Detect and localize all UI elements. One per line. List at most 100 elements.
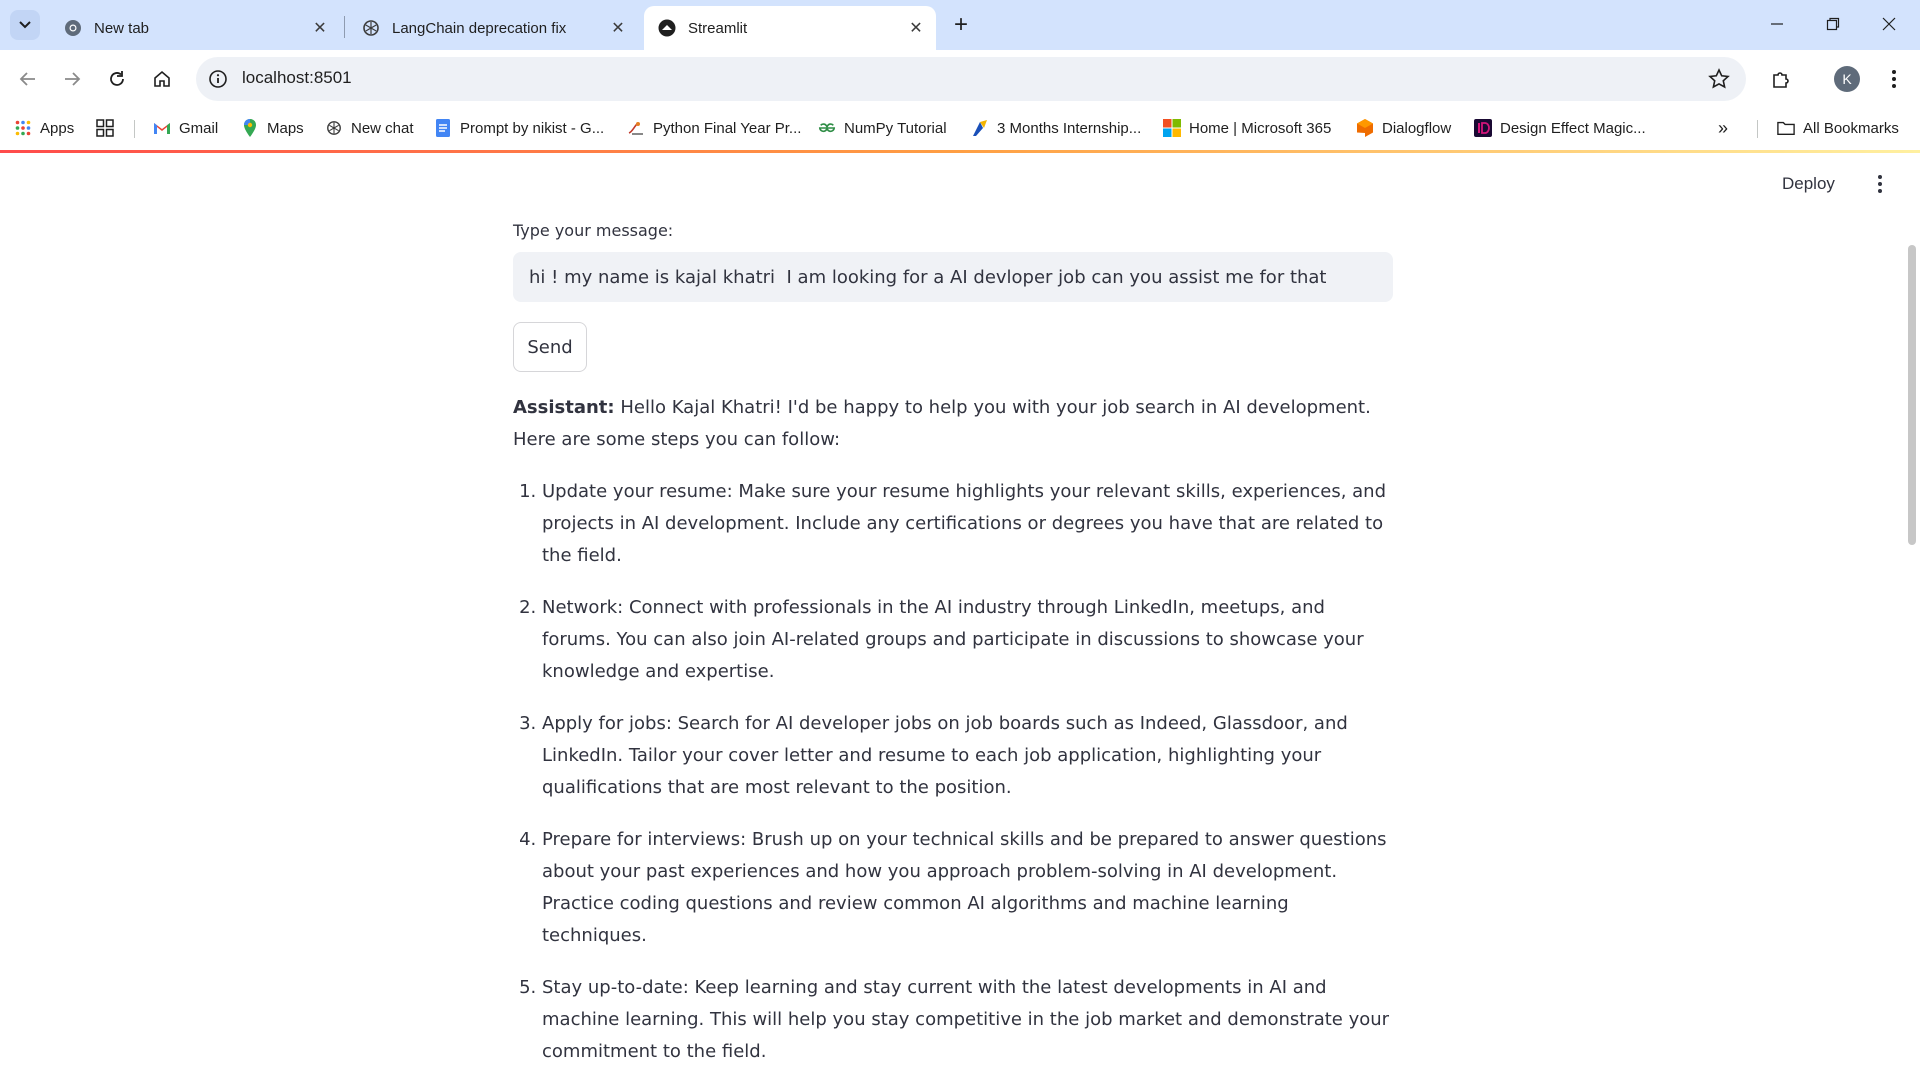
bookmark-separator bbox=[134, 120, 135, 138]
bookmark-microsoft-365[interactable]: Home | Microsoft 365 bbox=[1163, 116, 1331, 140]
home-button[interactable] bbox=[145, 62, 179, 96]
kebab-menu-icon bbox=[1878, 175, 1882, 193]
bookmark-label: All Bookmarks bbox=[1803, 119, 1899, 137]
gfg-icon bbox=[818, 119, 836, 137]
bookmark-label: Dialogflow bbox=[1382, 119, 1452, 137]
new-tab-button[interactable]: + bbox=[948, 11, 974, 38]
deploy-button[interactable]: Deploy bbox=[1782, 174, 1835, 194]
maps-icon bbox=[241, 119, 259, 137]
streamlit-icon bbox=[658, 19, 676, 37]
minimize-button[interactable] bbox=[1754, 6, 1800, 42]
assistant-intro-paragraph: Assistant: Hello Kajal Khatri! I'd be ha… bbox=[513, 392, 1393, 456]
list-item: Stay up-to-date: Keep learning and stay … bbox=[542, 972, 1393, 1068]
bookmark-prompt-doc[interactable]: Prompt by nikist - G... bbox=[434, 116, 604, 140]
bookmark-label: Maps bbox=[267, 119, 304, 137]
home-icon bbox=[154, 70, 170, 87]
chevron-down-icon bbox=[19, 21, 31, 29]
dialogflow-icon bbox=[1356, 119, 1374, 137]
browser-menu-button[interactable] bbox=[1877, 62, 1911, 96]
folder-icon bbox=[1777, 119, 1795, 137]
bookmark-label: Design Effect Magic... bbox=[1500, 119, 1646, 137]
bookmark-maps[interactable]: Maps bbox=[241, 116, 304, 140]
openai-icon bbox=[325, 119, 343, 137]
assistant-response: Assistant: Hello Kajal Khatri! I'd be ha… bbox=[513, 392, 1393, 1088]
puzzle-icon bbox=[1773, 72, 1789, 88]
avatar: K bbox=[1834, 66, 1860, 92]
arrow-right-icon bbox=[65, 72, 81, 86]
bookmark-label: Gmail bbox=[179, 119, 219, 137]
address-bar[interactable]: localhost:8501 bbox=[196, 57, 1746, 101]
bookmark-label: Prompt by nikist - G... bbox=[460, 119, 605, 137]
app-menu-button[interactable] bbox=[1870, 172, 1890, 196]
tab-groups-icon bbox=[96, 119, 114, 137]
steps-list: Update your resume: Make sure your resum… bbox=[513, 476, 1393, 1068]
docs-icon bbox=[434, 119, 452, 137]
tab-title: New tab bbox=[94, 19, 150, 37]
list-item: Prepare for interviews: Brush up on your… bbox=[542, 824, 1393, 952]
message-input[interactable]: hi ! my name is kajal khatri I am lookin… bbox=[513, 252, 1393, 302]
tab-new-tab[interactable]: New tab ✕ bbox=[50, 6, 340, 50]
internship-icon bbox=[971, 119, 989, 137]
microsoft-icon bbox=[1163, 119, 1181, 137]
forward-button[interactable] bbox=[55, 62, 89, 96]
page-scrollbar[interactable] bbox=[1908, 245, 1916, 545]
design-icon bbox=[1474, 119, 1492, 137]
browser-toolbar: localhost:8501 K bbox=[0, 50, 1920, 108]
tab-streamlit[interactable]: Streamlit ✕ bbox=[644, 6, 936, 50]
bookmark-dialogflow[interactable]: Dialogflow bbox=[1356, 116, 1451, 140]
openai-icon bbox=[362, 19, 380, 37]
tab-search-button[interactable] bbox=[10, 10, 40, 40]
bookmark-separator bbox=[1757, 120, 1758, 138]
bookmark-label: Python Final Year Pr... bbox=[653, 119, 802, 137]
close-icon[interactable]: ✕ bbox=[310, 18, 330, 38]
restore-icon bbox=[1826, 17, 1840, 31]
streamlit-app: Deploy Type your message: hi ! my name i… bbox=[0, 153, 1920, 1062]
site-info-icon[interactable] bbox=[208, 69, 228, 89]
more-bookmarks-button[interactable]: » bbox=[1718, 116, 1728, 140]
send-button[interactable]: Send bbox=[513, 322, 587, 372]
bookmark-apps[interactable]: Apps bbox=[14, 116, 74, 140]
close-icon[interactable]: ✕ bbox=[608, 18, 628, 38]
bookmark-label: New chat bbox=[351, 119, 414, 137]
profile-button[interactable]: K bbox=[1830, 62, 1864, 96]
chrome-icon bbox=[64, 19, 82, 37]
bookmarks-bar: Apps Gmail Maps New chat Prompt by nikis… bbox=[0, 108, 1920, 148]
double-chevron-icon: » bbox=[1718, 117, 1729, 138]
message-input-label: Type your message: bbox=[513, 221, 674, 240]
tab-title: Streamlit bbox=[688, 19, 748, 37]
bookmark-label: Home | Microsoft 365 bbox=[1189, 119, 1332, 137]
tab-langchain[interactable]: LangChain deprecation fix ✕ bbox=[348, 6, 638, 50]
site-icon bbox=[627, 119, 645, 137]
restore-button[interactable] bbox=[1810, 6, 1856, 42]
bookmark-star-icon[interactable] bbox=[1708, 68, 1730, 90]
all-bookmarks-button[interactable]: All Bookmarks bbox=[1777, 116, 1899, 140]
back-button[interactable] bbox=[11, 62, 45, 96]
arrow-left-icon bbox=[19, 72, 35, 86]
reload-button[interactable] bbox=[100, 62, 134, 96]
bookmark-python-final-year[interactable]: Python Final Year Pr... bbox=[627, 116, 801, 140]
list-item: Network: Connect with professionals in t… bbox=[542, 592, 1393, 688]
bookmark-label: 3 Months Internship... bbox=[997, 119, 1142, 137]
close-icon bbox=[1882, 17, 1896, 31]
bookmark-numpy-tutorial[interactable]: NumPy Tutorial bbox=[818, 116, 947, 140]
bookmark-design-effect[interactable]: Design Effect Magic... bbox=[1474, 116, 1646, 140]
tab-title: LangChain deprecation fix bbox=[392, 19, 567, 37]
kebab-menu-icon bbox=[1892, 70, 1896, 88]
close-icon[interactable]: ✕ bbox=[906, 18, 926, 38]
bookmark-label: NumPy Tutorial bbox=[844, 119, 947, 137]
url-text[interactable]: localhost:8501 bbox=[242, 68, 352, 88]
extensions-button[interactable] bbox=[1764, 62, 1798, 96]
tab-separator bbox=[344, 16, 345, 38]
bookmark-label: Apps bbox=[40, 119, 75, 137]
tab-strip: New tab ✕ LangChain deprecation fix ✕ St… bbox=[0, 0, 1920, 50]
list-item: Apply for jobs: Search for AI developer … bbox=[542, 708, 1393, 804]
gmail-icon bbox=[153, 119, 171, 137]
bookmark-internship[interactable]: 3 Months Internship... bbox=[971, 116, 1141, 140]
bookmark-gmail[interactable]: Gmail bbox=[153, 116, 218, 140]
close-window-button[interactable] bbox=[1866, 6, 1912, 42]
reload-icon bbox=[110, 71, 124, 86]
assistant-intro: Hello Kajal Khatri! I'd be happy to help… bbox=[513, 397, 1371, 450]
bookmark-new-chat[interactable]: New chat bbox=[325, 116, 414, 140]
list-item: Update your resume: Make sure your resum… bbox=[542, 476, 1393, 572]
bookmark-tab-groups[interactable] bbox=[96, 116, 122, 140]
